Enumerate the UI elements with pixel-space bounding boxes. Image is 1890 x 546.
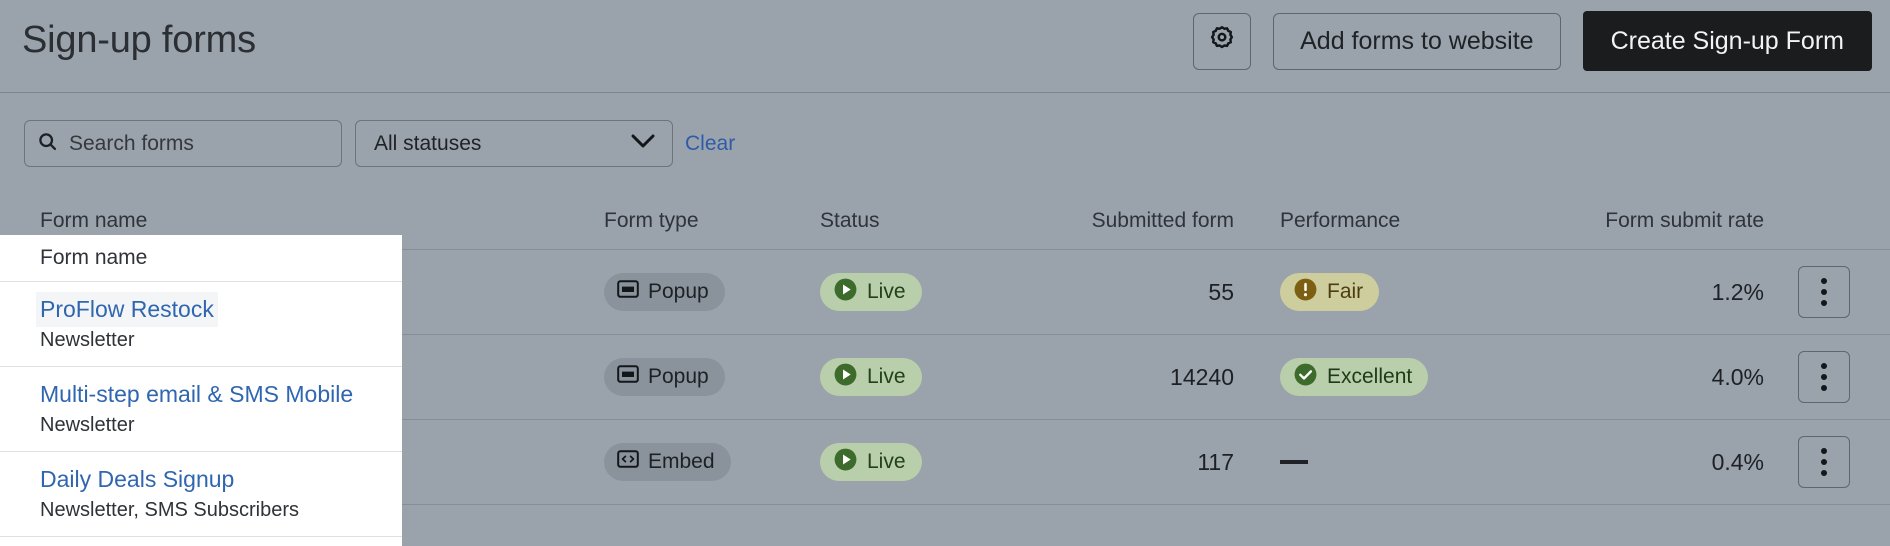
status-filter-select[interactable]: All statuses: [355, 120, 673, 167]
kebab-menu-icon[interactable]: [1798, 266, 1850, 318]
form-type-badge: Popup: [604, 358, 725, 396]
performance-label: Fair: [1327, 280, 1363, 304]
page-title: Sign-up forms: [22, 19, 256, 62]
header-actions: Add forms to website Create Sign-up Form: [1193, 11, 1872, 71]
create-signup-form-button[interactable]: Create Sign-up Form: [1583, 11, 1872, 71]
play-circle-icon: [833, 447, 858, 478]
signup-forms-page: Sign-up forms Add forms to website Creat…: [0, 0, 1890, 546]
form-type-label: Popup: [648, 365, 709, 389]
performance-badge: Fair: [1280, 273, 1379, 311]
add-forms-to-website-button[interactable]: Add forms to website: [1273, 13, 1560, 70]
search-icon: [37, 131, 58, 157]
dash-icon: [1280, 460, 1308, 464]
cell-form-type: Popup: [604, 358, 774, 396]
column-header-submitted-form[interactable]: Submitted form: [1000, 209, 1234, 233]
status-label: Live: [867, 365, 906, 389]
panel-form-audience-label: Newsletter, SMS Subscribers: [40, 499, 402, 522]
panel-row[interactable]: Daily Deals Signup Newsletter, SMS Subsc…: [0, 452, 402, 537]
cell-row-menu: [1798, 266, 1856, 318]
cell-row-menu: [1798, 436, 1856, 488]
cell-submitted-form: 14240: [1000, 364, 1234, 391]
check-circle-icon: [1293, 362, 1318, 393]
form-type-badge: Popup: [604, 273, 725, 311]
cell-row-menu: [1798, 351, 1856, 403]
panel-column-header-form-name: Form name: [0, 235, 402, 282]
popup-icon: [617, 280, 639, 304]
search-placeholder: Search forms: [69, 132, 194, 156]
cell-performance: Excellent: [1280, 358, 1520, 396]
column-header-form-name[interactable]: Form name: [40, 209, 600, 233]
column-header-form-type[interactable]: Form type: [604, 209, 774, 233]
clear-filters-link[interactable]: Clear: [685, 132, 735, 156]
status-badge: Live: [820, 443, 922, 481]
cell-performance: Fair: [1280, 273, 1520, 311]
cell-form-type: Popup: [604, 273, 774, 311]
cell-performance: [1280, 453, 1520, 471]
performance-label: Excellent: [1327, 365, 1412, 389]
cell-status: Live: [820, 443, 1000, 481]
panel-form-audience-label: Newsletter: [40, 414, 402, 437]
panel-form-name-link[interactable]: Daily Deals Signup: [40, 466, 234, 492]
settings-button[interactable]: [1193, 13, 1251, 70]
status-badge: Live: [820, 358, 922, 396]
panel-form-name-link[interactable]: ProFlow Restock: [40, 296, 214, 322]
popup-icon: [617, 365, 639, 389]
kebab-menu-icon[interactable]: [1798, 436, 1850, 488]
play-circle-icon: [833, 277, 858, 308]
form-type-label: Embed: [648, 450, 715, 474]
panel-row[interactable]: Multi-step email & SMS Mobile Newsletter: [0, 367, 402, 452]
form-type-badge: Embed: [604, 443, 731, 481]
embed-code-icon: [617, 450, 639, 474]
page-header: Sign-up forms Add forms to website Creat…: [0, 0, 1890, 93]
panel-form-name-link[interactable]: Multi-step email & SMS Mobile: [40, 381, 353, 407]
cell-form-submit-rate: 0.4%: [1530, 449, 1764, 476]
panel-row[interactable]: ProFlow Restock Newsletter: [0, 282, 402, 367]
cell-status: Live: [820, 358, 1000, 396]
cell-form-submit-rate: 1.2%: [1530, 279, 1764, 306]
column-header-form-submit-rate[interactable]: Form submit rate: [1530, 209, 1764, 233]
play-circle-icon: [833, 362, 858, 393]
cell-status: Live: [820, 273, 1000, 311]
column-header-status[interactable]: Status: [820, 209, 1000, 233]
performance-badge: Excellent: [1280, 358, 1428, 396]
status-filter-value: All statuses: [374, 132, 481, 156]
cell-form-submit-rate: 4.0%: [1530, 364, 1764, 391]
cell-form-type: Embed: [604, 443, 774, 481]
panel-form-audience-label: Newsletter: [40, 329, 402, 352]
status-badge: Live: [820, 273, 922, 311]
warning-circle-icon: [1293, 277, 1318, 308]
kebab-menu-icon[interactable]: [1798, 351, 1850, 403]
form-name-column-panel: Form name ProFlow Restock Newsletter Mul…: [0, 235, 402, 546]
column-header-performance[interactable]: Performance: [1280, 209, 1520, 233]
cell-submitted-form: 117: [1000, 449, 1234, 476]
chevron-down-icon: [630, 133, 656, 154]
status-label: Live: [867, 450, 906, 474]
cell-submitted-form: 55: [1000, 279, 1234, 306]
gear-icon: [1207, 24, 1237, 59]
filter-bar: Search forms All statuses Clear: [0, 93, 1890, 193]
status-label: Live: [867, 280, 906, 304]
form-type-label: Popup: [648, 280, 709, 304]
search-input[interactable]: Search forms: [24, 120, 342, 167]
